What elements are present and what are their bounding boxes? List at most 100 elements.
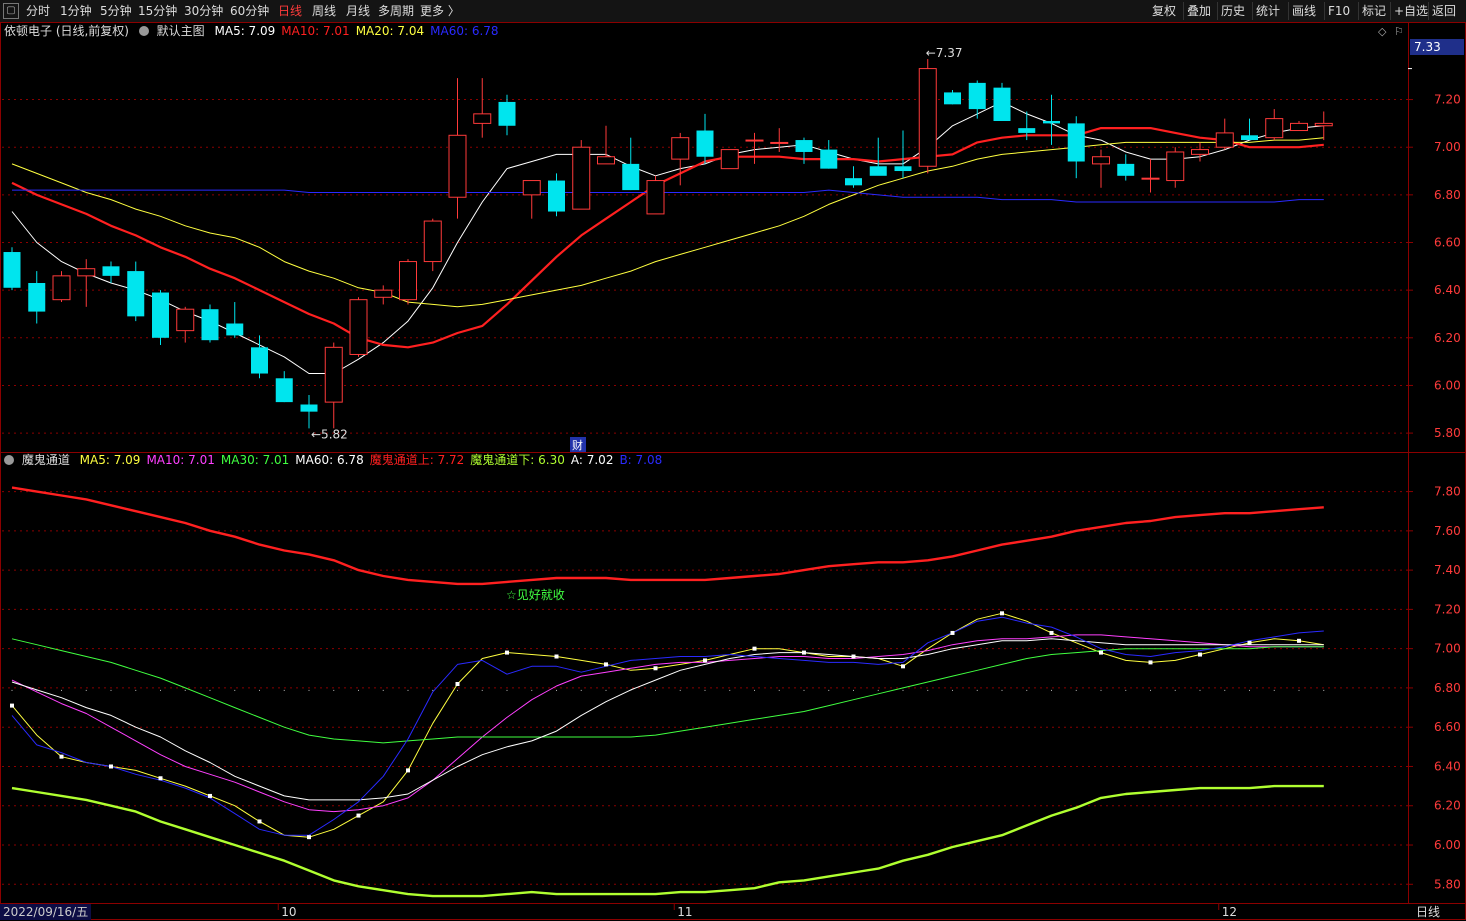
sub-marker <box>257 819 262 824</box>
candle-body <box>1043 121 1060 124</box>
candle-body <box>226 323 244 336</box>
candle-body <box>349 299 368 355</box>
y-tick-label: 5.80 <box>1434 877 1461 891</box>
candle-body <box>102 266 120 276</box>
ref-dot <box>704 689 706 691</box>
candle-body <box>176 308 195 332</box>
candle-body <box>1215 132 1234 148</box>
ref-dot <box>877 689 879 691</box>
y-tick-label: 6.60 <box>1434 236 1461 250</box>
ref-dot <box>1249 689 1250 691</box>
candle-body <box>869 166 887 176</box>
x-tick-label: 11 <box>677 905 692 919</box>
candle-body <box>894 166 912 172</box>
sub-marker <box>1198 652 1202 657</box>
ref-dot <box>1174 689 1176 691</box>
candle-body <box>300 404 318 412</box>
ref-dot <box>333 689 335 691</box>
sub-marker <box>109 764 113 769</box>
ref-dot <box>630 689 632 691</box>
candle-body <box>1265 118 1284 139</box>
sub-marker <box>1297 638 1301 643</box>
candle-body <box>720 149 739 170</box>
ref-dot <box>778 689 780 691</box>
sub-legend-item: MA10: 7.01 <box>146 453 215 467</box>
ref-dot <box>61 689 62 691</box>
low-price-label: ←5.82 <box>311 427 348 441</box>
indicator-settings-icon[interactable] <box>4 455 14 465</box>
y-tick-label: 6.20 <box>1434 799 1461 813</box>
sub-marker <box>950 630 955 635</box>
candle-body <box>251 347 268 374</box>
candle-body <box>498 101 516 126</box>
y-tick-label: 5.80 <box>1434 426 1461 440</box>
candle-body <box>622 163 640 191</box>
candle-body <box>1067 123 1085 162</box>
ref-dot <box>1323 689 1325 691</box>
candle-body <box>820 149 838 169</box>
sub-marker <box>1148 660 1153 665</box>
ref-dot <box>803 689 805 691</box>
sub-marker <box>208 793 212 798</box>
current-price-tag: 7.33 <box>1410 39 1464 55</box>
candle-body <box>1092 156 1110 165</box>
sub-indicator-name[interactable]: 魔鬼通道 <box>22 453 70 467</box>
sub-legend-item: A: 7.02 <box>570 453 614 467</box>
sub-legend-item: B: 7.08 <box>619 453 663 467</box>
y-tick-label: 7.60 <box>1434 524 1461 538</box>
candle-body <box>646 180 665 215</box>
sub-marker <box>604 662 608 667</box>
ref-dot <box>1199 689 1201 691</box>
ref-dot <box>1001 689 1003 691</box>
ref-dot <box>283 689 285 691</box>
ref-dot <box>358 689 359 691</box>
candle-body <box>473 113 492 124</box>
ref-dot <box>259 689 260 691</box>
candle-body <box>152 292 169 338</box>
y-tick-label: 6.20 <box>1434 331 1461 345</box>
ref-dot <box>209 689 211 691</box>
ref-dot <box>160 689 161 691</box>
candle-body <box>201 309 219 341</box>
sub-marker <box>851 654 856 659</box>
sub-marker <box>1247 640 1252 645</box>
ref-dot <box>605 689 607 691</box>
candle-body <box>77 268 96 277</box>
candle-body <box>28 283 46 312</box>
candle-body <box>1141 177 1160 180</box>
y-tick-label: 7.00 <box>1434 642 1461 656</box>
ref-dot <box>952 689 953 691</box>
ref-dot <box>1051 689 1052 691</box>
candle-body <box>3 252 21 288</box>
ma-line-ma20 <box>11 137 1324 308</box>
sub-marker <box>307 835 311 840</box>
ref-dot <box>1150 689 1151 691</box>
ref-dot <box>1224 689 1226 691</box>
candle-body <box>1241 135 1258 141</box>
candle-body <box>944 92 961 105</box>
ref-dot <box>234 689 236 691</box>
candle-body <box>275 378 293 403</box>
candle-body <box>770 141 789 144</box>
ref-dot <box>36 689 38 691</box>
candle-body <box>374 289 393 298</box>
ref-dot <box>457 689 458 691</box>
ref-dot <box>1100 689 1102 691</box>
ref-dot <box>11 689 13 691</box>
x-tick-label: 12 <box>1222 905 1237 919</box>
ref-dot <box>828 689 830 691</box>
y-tick-label: 7.40 <box>1434 563 1461 577</box>
sub-marker <box>703 658 707 663</box>
sub-legend: 魔鬼通道 MA5: 7.09 MA10: 7.01 MA30: 7.01 MA60: … <box>0 452 668 468</box>
high-price-label: ←7.37 <box>926 46 963 60</box>
candle-body <box>1191 149 1209 155</box>
sub-line-魔鬼通道下 <box>11 784 1324 898</box>
sub-line-魔鬼通道上 <box>11 486 1324 586</box>
cursor-date: 2022/09/16/五 <box>0 904 92 920</box>
candle-body <box>671 137 690 160</box>
sub-marker <box>802 650 806 655</box>
ref-dot <box>580 689 582 691</box>
candle-body <box>399 261 417 301</box>
sub-marker <box>406 768 410 773</box>
ref-dot <box>382 689 384 691</box>
